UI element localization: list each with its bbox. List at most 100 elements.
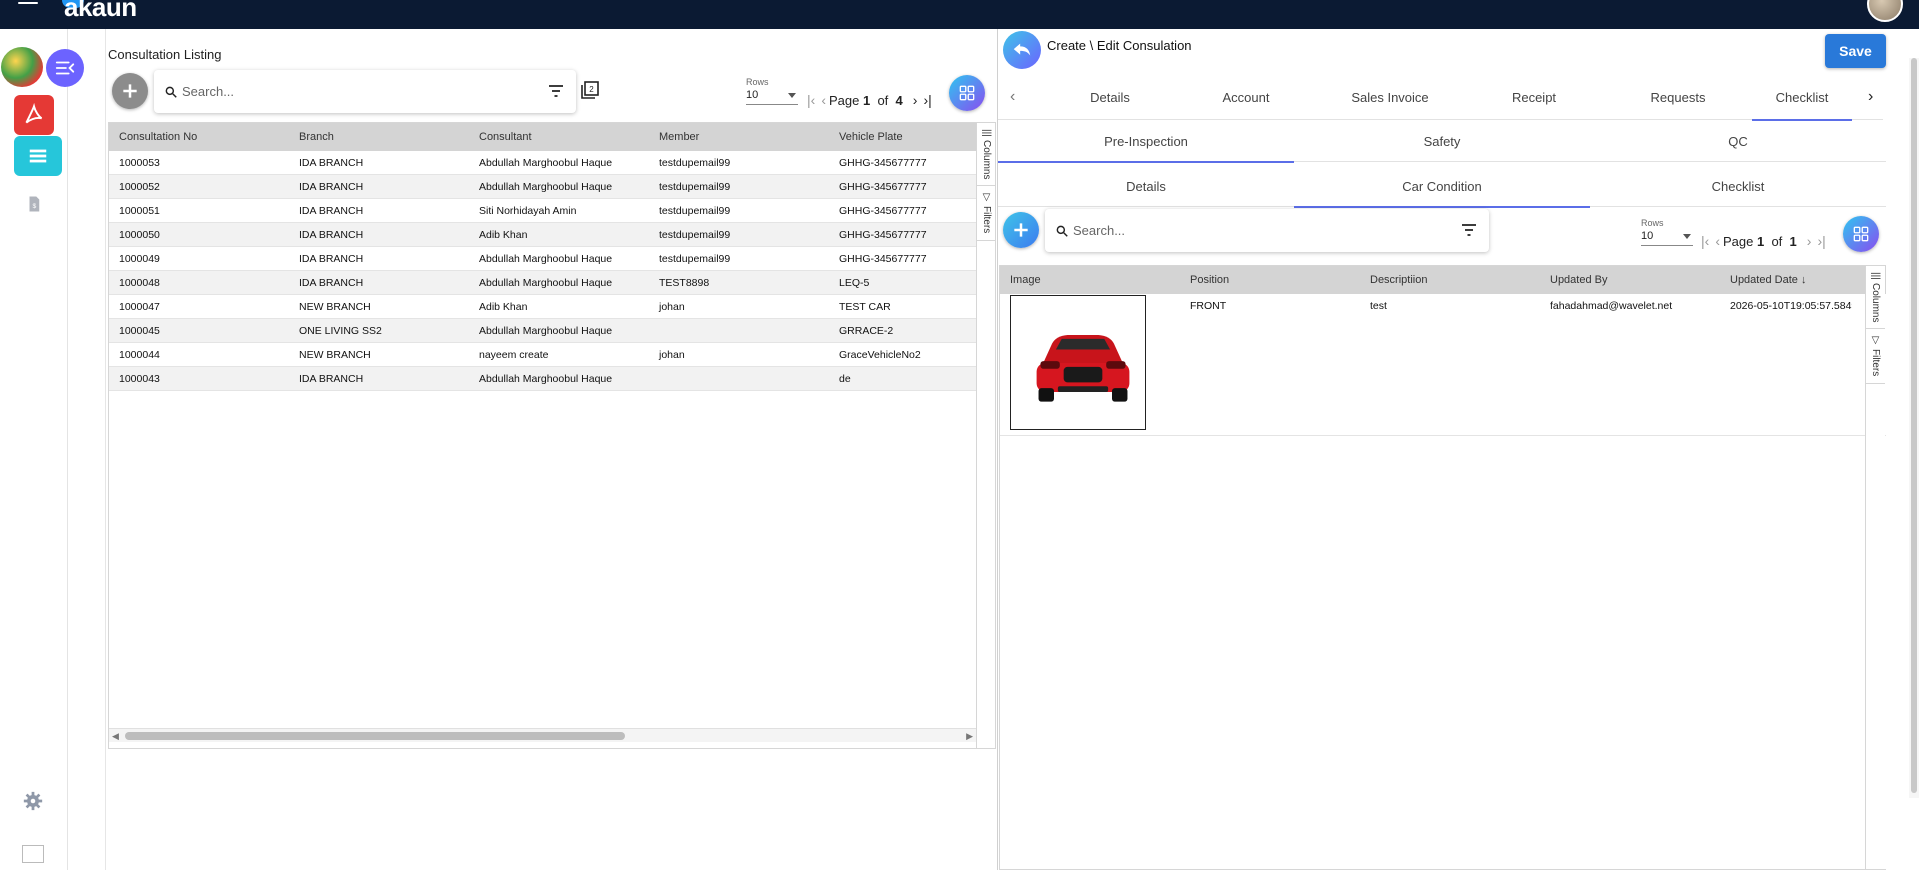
last-page-icon[interactable]: ›| (923, 92, 931, 108)
table-row[interactable]: 1000045 ONE LIVING SS2 Abdullah Marghoobul… (109, 319, 995, 343)
col-header[interactable]: Image (1000, 274, 1180, 286)
car-front-image[interactable] (1010, 295, 1146, 430)
scroll-thumb[interactable] (125, 732, 625, 740)
table-row[interactable]: 1000053 IDA BRANCH Abdullah Marghoobul Haq… (109, 151, 995, 175)
search-icon (1056, 225, 1068, 237)
search-input[interactable] (1073, 223, 1489, 238)
scroll-left-icon[interactable]: ◀ (112, 731, 119, 742)
grid-icon (959, 85, 975, 101)
tab-qc[interactable]: QC (1590, 121, 1886, 162)
page-vertical-scrollbar[interactable] (1909, 58, 1919, 798)
filters-tool-button[interactable]: ▽ Filters (977, 186, 995, 241)
settings-gear-icon[interactable] (22, 790, 44, 812)
scroll-thumb[interactable] (1911, 58, 1917, 793)
first-page-icon[interactable]: |‹ (807, 92, 815, 108)
col-header[interactable]: Descriptiion (1360, 274, 1540, 286)
next-page-icon[interactable]: › (1807, 233, 1812, 249)
col-header[interactable]: Member (649, 131, 829, 143)
table-row[interactable]: 1000052 IDA BRANCH Abdullah Marghoobul Haq… (109, 175, 995, 199)
main-tabs: ‹ Details Account Sales Invoice Receipt … (998, 76, 1883, 121)
page-title: Consultation Listing (108, 47, 222, 62)
columns-tool-button[interactable]: ||| Columns (977, 123, 995, 187)
columns-icon: ||| (981, 129, 992, 137)
prev-page-icon[interactable]: ‹ (821, 92, 826, 108)
tabs-scroll-left-icon[interactable]: ‹ (1010, 88, 1015, 106)
broken-image-icon (22, 845, 44, 863)
col-header[interactable]: Updated By (1540, 274, 1720, 286)
tab-account[interactable]: Account (1186, 76, 1306, 120)
caret-down-icon (788, 93, 796, 98)
tab-sales-invoice[interactable]: Sales Invoice (1330, 76, 1450, 120)
back-button[interactable] (1003, 31, 1041, 69)
pdf-app-icon[interactable] (14, 95, 54, 135)
tab-receipt[interactable]: Receipt (1474, 76, 1594, 120)
col-header[interactable]: Position (1180, 274, 1360, 286)
tabs-scroll-right-icon[interactable]: › (1868, 88, 1873, 106)
col-header-sorted[interactable]: Updated Date ↓ (1720, 274, 1866, 286)
col-header[interactable]: Vehicle Plate (829, 131, 979, 143)
collapse-menu-button[interactable] (46, 49, 84, 87)
pre-inspection-tabs: Details Car Condition Checklist (998, 166, 1886, 208)
tab-requests[interactable]: Requests (1618, 76, 1738, 120)
table-row[interactable]: FRONT test fahadahmad@wavelet.net 2026-0… (1000, 294, 1886, 436)
hamburger-menu-icon[interactable] (18, 0, 38, 10)
table-row[interactable]: 1000051 IDA BRANCH Siti Norhidayah Amin tes… (109, 199, 995, 223)
filter-icon[interactable] (548, 85, 564, 97)
prev-page-icon[interactable]: ‹ (1715, 233, 1720, 249)
table-row[interactable]: 1000047 NEW BRANCH Adib Khan johan TEST CAR (109, 295, 995, 319)
add-consultation-button[interactable] (112, 73, 148, 109)
filter-icon[interactable] (1461, 224, 1477, 236)
search-input[interactable] (182, 84, 576, 99)
grid-icon (1853, 226, 1869, 242)
listing-nav-icon[interactable] (14, 136, 62, 176)
save-button[interactable]: Save (1825, 34, 1886, 68)
tab-checklist[interactable]: Checklist (1752, 76, 1852, 121)
document-nav-icon[interactable]: $ (14, 184, 54, 224)
table-row[interactable]: 1000049 IDA BRANCH Abdullah Marghoobul Haq… (109, 247, 995, 271)
col-header[interactable]: Branch (289, 131, 469, 143)
table-row[interactable]: 1000050 IDA BRANCH Adib Khan testdupemail99… (109, 223, 995, 247)
rows-per-page[interactable]: Rows 10 (1641, 218, 1693, 246)
red-car-image (1036, 334, 1130, 402)
rows-select[interactable]: 10 (1641, 228, 1693, 246)
consultation-listing-panel: Consultation Listing 2 Rows 10 |‹ ‹ Page… (105, 29, 996, 870)
columns-icon: ||| (1870, 272, 1881, 280)
rows-select[interactable]: 10 (746, 87, 798, 105)
table-row[interactable]: 1000043 IDA BRANCH Abdullah Marghoobul Haq… (109, 367, 995, 391)
col-header[interactable]: Consultant (469, 131, 649, 143)
svg-text:2: 2 (589, 85, 594, 94)
tab-car-condition[interactable]: Car Condition (1294, 166, 1590, 208)
user-avatar[interactable] (1867, 0, 1903, 22)
copy-list-icon[interactable]: 2 (580, 80, 600, 105)
side-navigation: $ (0, 29, 84, 870)
grid-side-tools: ||| Columns ▽ Filters (1865, 266, 1885, 869)
tab-safety[interactable]: Safety (1294, 121, 1590, 162)
listing-search-box[interactable] (154, 70, 576, 113)
next-page-icon[interactable]: › (913, 92, 918, 108)
table-row[interactable]: 1000044 NEW BRANCH nayeem create johan Grace… (109, 343, 995, 367)
col-header[interactable]: Consultation No (109, 131, 289, 143)
search-icon (165, 86, 177, 98)
pagination: |‹ ‹ Page 1 of 1 › ›| (1701, 233, 1826, 249)
rows-per-page[interactable]: Rows 10 (746, 77, 798, 105)
last-page-icon[interactable]: ›| (1817, 233, 1825, 249)
app-logo[interactable]: akaun (64, 0, 137, 23)
first-page-icon[interactable]: |‹ (1701, 233, 1709, 249)
grid-body: 1000053 IDA BRANCH Abdullah Marghoobul Haq… (109, 151, 995, 391)
filter-funnel-icon: ▽ (1870, 335, 1881, 347)
condition-search-box[interactable] (1045, 209, 1489, 252)
filters-tool-button[interactable]: ▽ Filters (1866, 329, 1885, 384)
grid-view-button[interactable] (949, 75, 985, 111)
grid-view-button[interactable] (1843, 216, 1879, 252)
tab-details-sub[interactable]: Details (998, 166, 1294, 207)
columns-tool-button[interactable]: ||| Columns (1866, 266, 1885, 330)
horizontal-scrollbar[interactable]: ◀ ▶ (109, 728, 976, 742)
scroll-right-icon[interactable]: ▶ (966, 731, 973, 742)
tab-checklist-sub[interactable]: Checklist (1590, 166, 1886, 207)
add-condition-button[interactable] (1003, 212, 1039, 248)
table-row[interactable]: 1000048 IDA BRANCH Abdullah Marghoobul Haq… (109, 271, 995, 295)
tab-details[interactable]: Details (1050, 76, 1170, 120)
grid-header-row: Image Position Descriptiion Updated By U… (1000, 266, 1886, 294)
sort-desc-icon: ↓ (1800, 274, 1807, 286)
tab-pre-inspection[interactable]: Pre-Inspection (998, 121, 1294, 163)
